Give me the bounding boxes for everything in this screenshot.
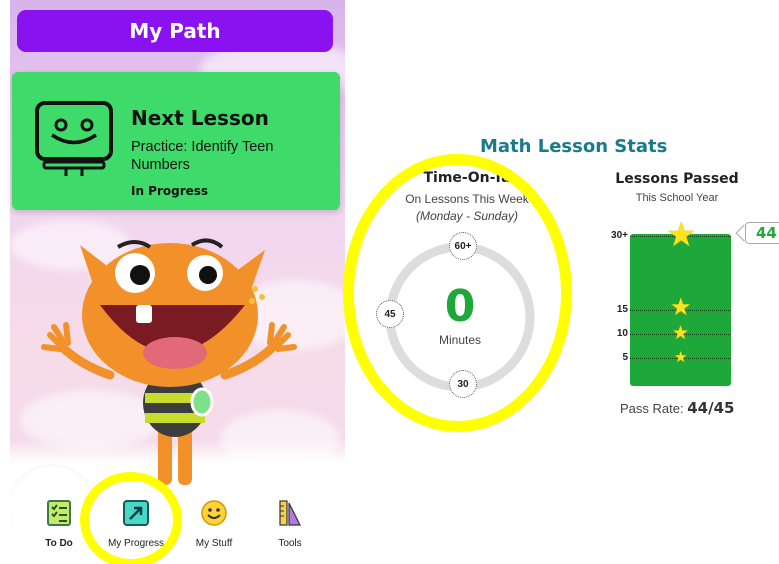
lesson-status: In Progress [131,184,209,198]
level-label-10: 10 [616,328,628,339]
pass-rate-label: Pass Rate: [620,401,684,416]
stats-title: Math Lesson Stats [480,136,668,157]
pass-rate-value: 44/45 [687,399,735,417]
star-icon: ★ [670,294,692,321]
highlight-circle [80,472,182,564]
lessons-count-callout: 44 [745,222,779,244]
nav-label-my-stuff: My Stuff [195,538,233,549]
level-label-15: 15 [616,304,628,315]
checklist-icon [47,500,71,526]
lesson-description: Practice: Identify Teen Numbers [131,139,274,173]
panel-edge [0,0,10,564]
pass-rate: Pass Rate: 44/45 [620,399,750,417]
smiley-icon [201,500,227,526]
page-title: My Path [17,10,333,52]
lesson-title: Next Lesson [131,106,269,130]
nav-item-tools[interactable]: Tools [250,499,330,549]
next-lesson-card[interactable]: Next Lesson Practice: Identify Teen Numb… [12,72,340,210]
monitor-icon [35,101,113,176]
character-illustration [41,238,297,485]
level-label-30: 30+ [611,230,628,241]
level-label-5: 5 [622,352,628,363]
lessons-passed-title: Lessons Passed [615,171,739,187]
nav-label-tools: Tools [278,538,302,549]
ruler-triangle-icon [279,500,301,526]
lessons-passed-subtitle: This School Year [635,192,719,204]
highlight-oval [343,154,572,432]
nav-item-my-stuff[interactable]: My Stuff [174,499,254,549]
star-icon: ★ [672,323,690,344]
star-icon: ★ [674,349,688,366]
star-icon: ★ [666,216,697,254]
